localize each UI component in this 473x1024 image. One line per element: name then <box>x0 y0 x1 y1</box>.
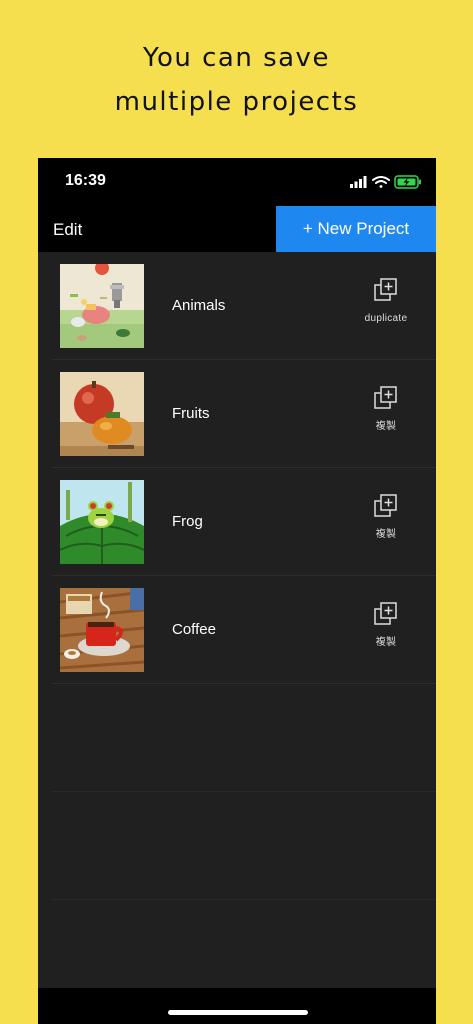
project-row-animals[interactable]: Animals duplicate <box>52 252 436 360</box>
empty-list-row <box>52 792 436 900</box>
duplicate-icon <box>374 602 397 625</box>
project-name: Frog <box>172 513 203 530</box>
wifi-icon <box>372 176 390 188</box>
new-project-button[interactable]: + New Project <box>276 206 436 252</box>
duplicate-button[interactable]: 複製 <box>356 494 416 542</box>
promo-line-1: You can save <box>143 43 330 73</box>
phone-screen: 16:39 Edit + New Project Animals duplica… <box>38 158 436 1024</box>
status-icons <box>350 175 421 189</box>
nav-bar: Edit + New Project <box>38 206 436 252</box>
promo-line-2: multiple projects <box>114 87 359 117</box>
home-indicator-area <box>38 988 436 1024</box>
home-indicator[interactable] <box>168 1010 308 1015</box>
project-row-fruits[interactable]: Fruits 複製 <box>52 360 436 468</box>
duplicate-icon <box>374 494 397 517</box>
project-row-frog[interactable]: Frog 複製 <box>52 468 436 576</box>
project-list: Animals duplicate Fruits 複製 Frog 複製 Coff… <box>38 252 436 900</box>
project-row-coffee[interactable]: Coffee 複製 <box>52 576 436 684</box>
edit-button[interactable]: Edit <box>53 220 82 240</box>
duplicate-label: 複製 <box>375 421 397 432</box>
promo-headline: You can save multiple projects <box>0 36 473 124</box>
fruits-thumbnail[interactable] <box>60 372 144 456</box>
duplicate-icon <box>374 278 397 301</box>
duplicate-label: 複製 <box>375 529 397 540</box>
status-bar: 16:39 <box>38 158 436 206</box>
duplicate-button[interactable]: 複製 <box>356 602 416 650</box>
empty-list-row <box>52 684 436 792</box>
duplicate-icon <box>374 386 397 409</box>
signal-icon <box>350 176 367 188</box>
frog-thumbnail[interactable] <box>60 480 144 564</box>
battery-charging-icon <box>394 175 421 189</box>
animals-thumbnail[interactable] <box>60 264 144 348</box>
duplicate-button[interactable]: 複製 <box>356 386 416 434</box>
project-name: Animals <box>172 297 226 314</box>
project-name: Fruits <box>172 405 210 422</box>
project-name: Coffee <box>172 621 216 638</box>
status-time: 16:39 <box>65 172 106 189</box>
duplicate-button[interactable]: duplicate <box>356 278 416 326</box>
duplicate-label: 複製 <box>375 637 397 648</box>
duplicate-label: duplicate <box>364 313 408 324</box>
coffee-thumbnail[interactable] <box>60 588 144 672</box>
